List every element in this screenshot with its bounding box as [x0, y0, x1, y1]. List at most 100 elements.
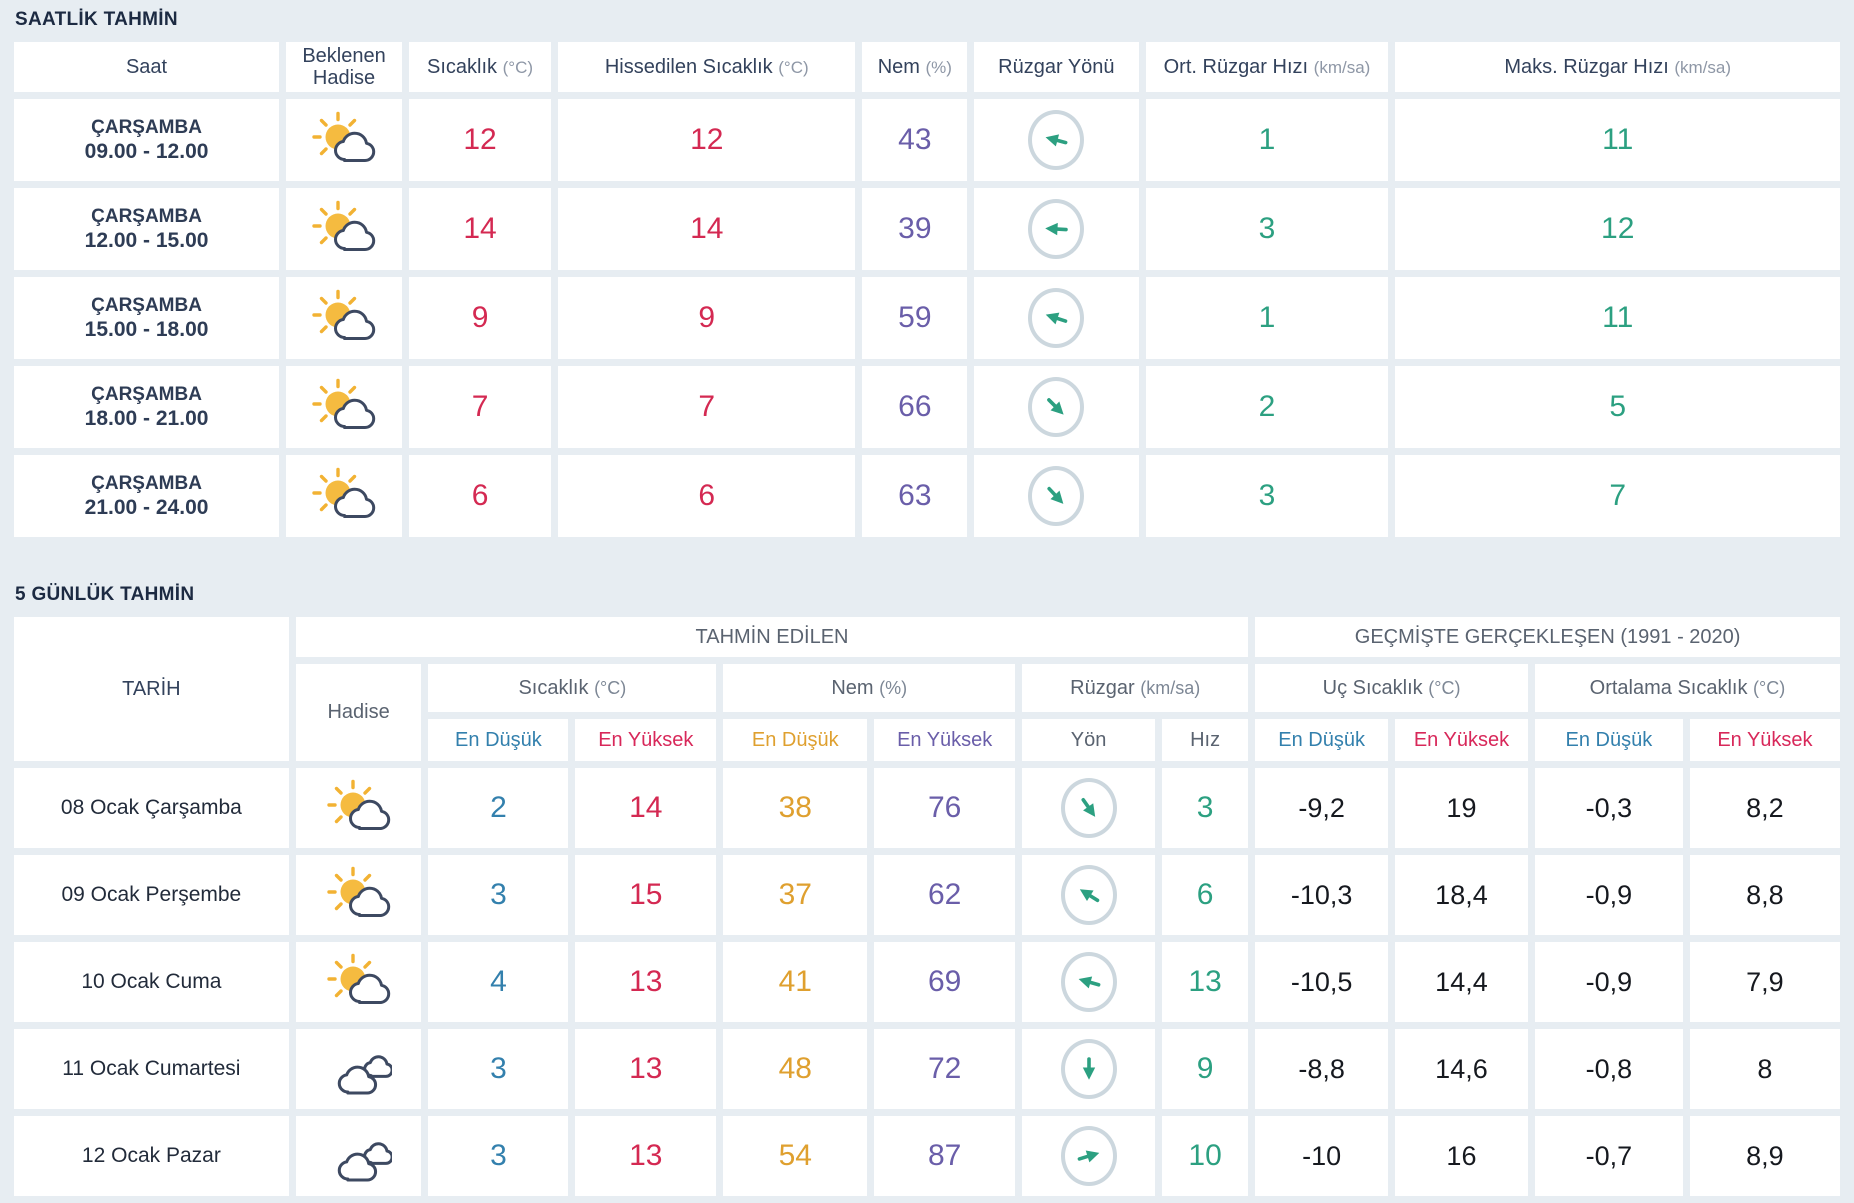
wind-speed-cell: 13 [1161, 942, 1249, 1022]
wind-direction-arrow-icon [1046, 312, 1068, 325]
feels-like-cell: 12 [558, 99, 856, 181]
col-header-nem: Nem (%) [862, 42, 968, 92]
weather-icon [326, 778, 392, 834]
col-unit: (%) [925, 57, 952, 77]
average-min-cell: -0,8 [1534, 1029, 1683, 1109]
weather-icon [311, 199, 377, 255]
daily-row: 08 Ocak Çarşamba 2 14 38 76 3 -9,2 19 -0… [14, 768, 1840, 848]
day-label: ÇARŞAMBA [91, 384, 202, 405]
sun-behind-cloud-icon [312, 111, 376, 162]
sun-behind-cloud-icon [326, 779, 390, 830]
extreme-min-cell: -10 [1255, 1116, 1389, 1196]
feels-like-cell: 9 [558, 277, 856, 359]
wind-arrow [1070, 790, 1106, 826]
max-wind-speed-cell: 11 [1395, 277, 1840, 359]
sub-header-humidity-min: En Düşük [723, 719, 868, 761]
wind-arrow [1076, 1056, 1102, 1082]
time-range-label: 18.00 - 21.00 [84, 407, 209, 430]
wind-direction-arrow-icon [1045, 222, 1069, 236]
weather-icon [326, 1126, 392, 1182]
col-label: Rüzgar [1070, 676, 1135, 699]
group-header-uc-sicaklik: Uç Sıcaklık (°C) [1255, 664, 1528, 712]
extreme-max-cell: 14,4 [1395, 942, 1528, 1022]
condition-cell [286, 99, 402, 181]
temp-max-cell: 15 [575, 855, 717, 935]
time-range-label: 12.00 - 15.00 [84, 229, 209, 252]
sub-header-average-min: En Düşük [1534, 719, 1683, 761]
wind-direction-icon [1028, 110, 1085, 170]
wind-arrow [1043, 215, 1070, 242]
wind-direction-arrow-icon [1047, 486, 1064, 504]
humidity-max-cell: 69 [874, 942, 1016, 1022]
col-header-ruzgar-yonu: Rüzgar Yönü [974, 42, 1139, 92]
col-header-beklenen-hadise: Beklenen Hadise [286, 42, 402, 92]
average-min-cell: -0,3 [1534, 768, 1683, 848]
avg-wind-speed-cell: 3 [1145, 455, 1389, 537]
sub-header-yon: Yön [1022, 719, 1155, 761]
wind-direction-icon [1060, 865, 1117, 925]
col-unit: (km/sa) [1140, 677, 1201, 698]
group-header-nem: Nem (%) [723, 664, 1016, 712]
col-label: Uç Sıcaklık [1322, 676, 1423, 699]
col-unit: (°C) [1753, 677, 1786, 698]
wind-arrow [1040, 302, 1073, 335]
average-min-cell: -0,9 [1534, 942, 1683, 1022]
daily-header-row-groups: TARİH TAHMİN EDİLEN GEÇMİŞTE GERÇEKLEŞEN… [14, 617, 1840, 761]
col-header-sicaklik: Sıcaklık (°C) [408, 42, 552, 92]
col-header-maks-ruzgar: Maks. Rüzgar Hızı (km/sa) [1395, 42, 1840, 92]
col-header-hadise: Hadise [295, 664, 422, 761]
avg-wind-speed-cell: 2 [1145, 366, 1389, 448]
hourly-row: ÇARŞAMBA 18.00 - 21.00 7 7 66 2 5 [14, 366, 1840, 448]
temp-max-cell: 13 [575, 1029, 717, 1109]
time-cell: ÇARŞAMBA 09.00 - 12.00 [14, 99, 280, 181]
temp-min-cell: 3 [428, 1116, 569, 1196]
average-max-cell: 7,9 [1689, 942, 1840, 1022]
sun-behind-cloud-icon [312, 378, 376, 429]
temp-min-cell: 4 [428, 942, 569, 1022]
col-header-ort-ruzgar: Ort. Rüzgar Hızı (km/sa) [1145, 42, 1389, 92]
hourly-row: ÇARŞAMBA 09.00 - 12.00 12 12 43 1 11 [14, 99, 1840, 181]
col-unit: (°C) [594, 677, 627, 698]
col-label: Nem [877, 55, 920, 78]
wind-direction-cell [1022, 768, 1155, 848]
humidity-max-cell: 72 [874, 1029, 1016, 1109]
temperature-cell: 14 [408, 188, 552, 270]
weather-icon [311, 110, 377, 166]
daily-row: 11 Ocak Cumartesi 3 13 48 72 9 -8,8 14,6… [14, 1029, 1840, 1109]
feels-like-cell: 6 [558, 455, 856, 537]
wind-arrow [1038, 389, 1075, 426]
hourly-section-title: SAATLİK TAHMİN [15, 9, 178, 30]
group-header-tahmin-edilen: TAHMİN EDİLEN [295, 617, 1249, 657]
wind-direction-cell [974, 277, 1139, 359]
hourly-forecast-table: Saat Beklenen Hadise Sıcaklık (°C) Hisse… [7, 35, 1847, 544]
wind-speed-cell: 3 [1161, 768, 1249, 848]
extreme-max-cell: 18,4 [1395, 855, 1528, 935]
humidity-cell: 43 [862, 99, 968, 181]
humidity-cell: 63 [862, 455, 968, 537]
humidity-min-cell: 54 [723, 1116, 868, 1196]
avg-wind-speed-cell: 1 [1145, 277, 1389, 359]
condition-cell [286, 188, 402, 270]
average-max-cell: 8,2 [1689, 768, 1840, 848]
temp-max-cell: 13 [575, 1116, 717, 1196]
wind-direction-arrow-icon [1081, 798, 1095, 817]
wind-arrow [1071, 877, 1107, 913]
hourly-row: ÇARŞAMBA 12.00 - 15.00 14 14 39 3 12 [14, 188, 1840, 270]
daily-row: 09 Ocak Perşembe 3 15 37 62 6 -10,3 18,4 [14, 855, 1840, 935]
humidity-max-cell: 87 [874, 1116, 1016, 1196]
average-min-cell: -0,7 [1534, 1116, 1683, 1196]
col-unit: (%) [879, 677, 908, 698]
condition-cell [295, 1029, 422, 1109]
group-header-ortalama-sicaklik: Ortalama Sıcaklık (°C) [1534, 664, 1840, 712]
wind-direction-cell [1022, 855, 1155, 935]
max-wind-speed-cell: 5 [1395, 366, 1840, 448]
weather-icon [326, 952, 392, 1008]
col-unit: (°C) [1428, 677, 1461, 698]
col-label: Saat [125, 56, 168, 78]
date-cell: 09 Ocak Perşembe [14, 855, 289, 935]
temperature-cell: 7 [408, 366, 552, 448]
wind-direction-cell [974, 188, 1139, 270]
wind-direction-arrow-icon [1079, 889, 1099, 903]
average-max-cell: 8 [1689, 1029, 1840, 1109]
weather-icon [311, 466, 377, 522]
